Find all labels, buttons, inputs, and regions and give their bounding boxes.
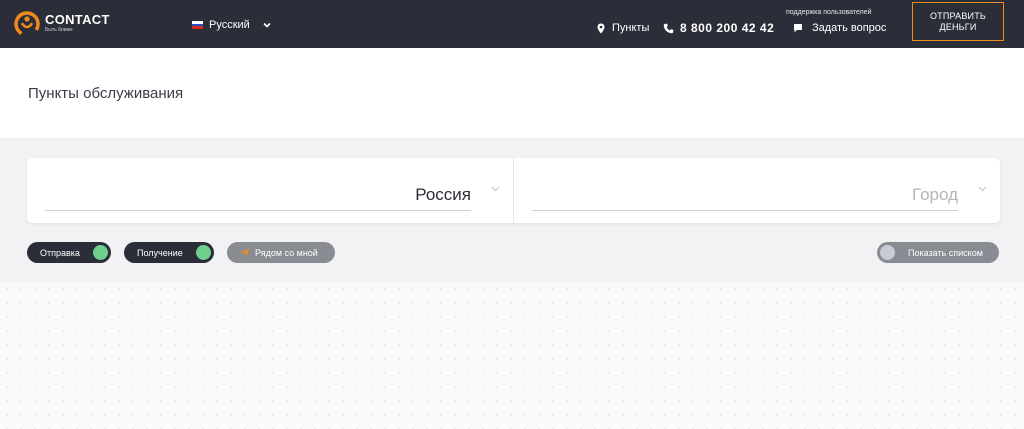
toggle-knob xyxy=(196,245,211,260)
list-view-toggle[interactable]: Показать списком xyxy=(877,242,999,263)
filter-section: Россия Город Отправка Получение Рядом со… xyxy=(0,138,1024,282)
toggle-knob xyxy=(880,245,895,260)
city-input[interactable]: Город xyxy=(514,158,1000,223)
chevron-down-icon xyxy=(263,22,271,28)
phone-number: 8 800 200 42 42 xyxy=(680,21,775,35)
nearby-label: Рядом со мной xyxy=(255,247,318,258)
city-placeholder: Город xyxy=(912,185,958,204)
country-value: Россия xyxy=(415,185,471,204)
receive-toggle[interactable]: Получение xyxy=(124,242,214,263)
language-label: Русский xyxy=(209,19,250,31)
nav-points-label: Пункты xyxy=(612,22,650,34)
brand-tagline: Быть ближе xyxy=(45,27,73,33)
map-pin-icon xyxy=(597,23,605,33)
location-search-card: Россия Город xyxy=(27,158,1000,223)
toggle-knob xyxy=(93,245,108,260)
city-underline xyxy=(532,210,958,211)
logo-icon xyxy=(14,11,40,37)
phone-link[interactable]: 8 800 200 42 42 xyxy=(663,21,774,35)
russia-flag-icon xyxy=(192,21,203,30)
list-view-label: Показать списком xyxy=(908,247,983,258)
title-section: Пункты обслуживания xyxy=(0,48,1024,138)
map-area[interactable] xyxy=(0,282,1024,429)
chevron-down-icon xyxy=(978,186,987,192)
brand-name: CONTACT xyxy=(45,12,110,27)
chevron-down-icon xyxy=(491,186,500,192)
send-money-button[interactable]: ОТПРАВИТЬ ДЕНЬГИ xyxy=(912,2,1004,41)
ask-question-link[interactable]: Задать вопрос xyxy=(793,22,886,34)
navigation-arrow-icon xyxy=(240,248,250,257)
send-toggle[interactable]: Отправка xyxy=(27,242,111,263)
logo[interactable]: CONTACT Быть ближе xyxy=(14,9,114,39)
language-selector[interactable]: Русский xyxy=(192,17,272,33)
chat-bubble-icon xyxy=(794,24,802,33)
receive-toggle-label: Получение xyxy=(137,247,183,258)
top-header: CONTACT Быть ближе Русский Пункты 8 800 … xyxy=(0,0,1024,48)
page-title: Пункты обслуживания xyxy=(28,85,184,102)
nearby-button[interactable]: Рядом со мной xyxy=(227,242,335,263)
ask-question-label: Задать вопрос xyxy=(812,22,887,34)
country-underline xyxy=(45,210,471,211)
support-caption: поддержка пользователей xyxy=(786,9,872,16)
nav-points-link[interactable]: Пункты xyxy=(597,22,649,34)
send-toggle-label: Отправка xyxy=(40,247,80,258)
phone-icon xyxy=(663,23,674,33)
country-select[interactable]: Россия xyxy=(27,158,513,223)
